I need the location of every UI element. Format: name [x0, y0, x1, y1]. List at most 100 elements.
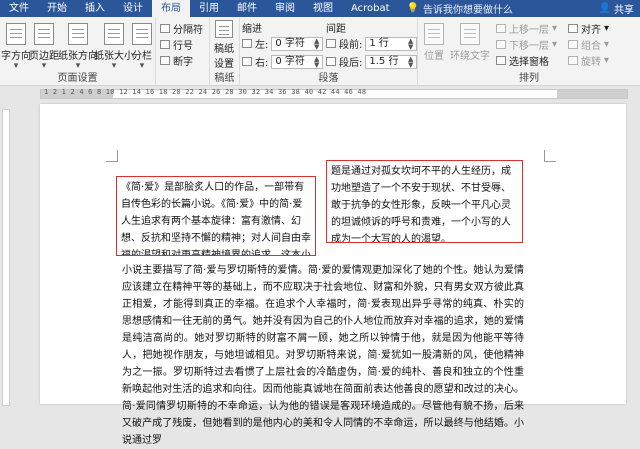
columns-button[interactable]: 分栏 ▾	[132, 23, 152, 71]
text-direction-button[interactable]: 字方向 ▾	[1, 23, 31, 71]
group-page-setup: 字方向 ▾ 页边距 ▾ 纸张方向 ▾ 纸张大小 ▾ 分栏 ▾ 页面设置	[0, 17, 156, 86]
group-objects-label: 组合	[581, 41, 601, 52]
group-label-arrange: 排列	[519, 73, 539, 84]
group-objects-icon	[568, 40, 578, 49]
group-arrange: 位置 环绕文字 上移一层 ▾ 下移一层 ▾ 选择窗格 对齐 ▾ 组合 ▾ 旋转 …	[418, 17, 640, 86]
spacing-before-value: 1 行	[369, 37, 389, 49]
selection-pane-button[interactable]: 选择窗格	[496, 53, 549, 68]
group-objects-button[interactable]: 组合 ▾	[568, 37, 609, 52]
line-numbers-label: 行号	[173, 41, 193, 52]
ruler-right-margin	[557, 90, 627, 98]
hyphenation-button[interactable]: 断字	[160, 53, 193, 68]
tab-references[interactable]: 引用	[190, 0, 228, 17]
rotate-label: 旋转	[581, 57, 601, 68]
vertical-ruler[interactable]	[0, 101, 10, 406]
position-label: 位置	[424, 51, 444, 62]
spinner-icon[interactable]: ▲ ▼	[314, 55, 319, 68]
text-direction-label: 字方向	[1, 51, 31, 62]
tab-view[interactable]: 视图	[304, 0, 342, 17]
tab-review[interactable]: 审阅	[266, 0, 304, 17]
selection-pane-label: 选择窗格	[509, 57, 549, 68]
indent-left-value: 0 字符	[275, 37, 305, 49]
tell-me-search[interactable]: 💡 告诉我你想要做什么	[399, 1, 521, 16]
spacing-before-icon	[326, 39, 336, 48]
orientation-button[interactable]: 纸张方向 ▾	[58, 23, 98, 71]
group-paragraph: 缩进 左: 0 字符 ▲ ▼ 右: 0 字符 ▲ ▼ 间距 段前: 1 行 ▲ ▼	[240, 17, 418, 86]
line-numbers-button[interactable]: 行号	[160, 37, 193, 52]
rotate-button[interactable]: 旋转 ▾	[568, 53, 609, 68]
linked-text-box-2[interactable]: 题是通过对孤女坎坷不平的人生经历，成功地塑造了一个不安于现状、不甘受辱、敢于抗争…	[326, 160, 523, 243]
linked-text-box-1[interactable]: 《简·爱》是部脍炙人口的作品，一部带有自传色彩的长篇小说。《简·爱》中的简·爱人…	[116, 176, 316, 256]
indent-right-label: 右:	[255, 58, 269, 69]
margins-button[interactable]: 页边距 ▾	[29, 23, 59, 71]
group-page-setup-small: 分隔符 行号 断字	[156, 17, 210, 86]
indent-left-icon	[242, 39, 252, 48]
share-label: 共享	[614, 5, 634, 16]
breaks-button[interactable]: 分隔符	[160, 21, 203, 36]
document-page[interactable]: 《简·爱》是部脍炙人口的作品，一部带有自传色彩的长篇小说。《简·爱》中的简·爱人…	[40, 104, 626, 446]
tell-me-text: 告诉我你想要做什么	[423, 5, 514, 16]
columns-icon	[132, 23, 152, 45]
ribbon-layout: 字方向 ▾ 页边距 ▾ 纸张方向 ▾ 纸张大小 ▾ 分栏 ▾ 页面设置 分隔符	[0, 17, 640, 86]
size-button[interactable]: 纸张大小 ▾	[94, 23, 134, 71]
tab-file[interactable]: 文件	[0, 0, 38, 17]
bring-forward-icon	[496, 24, 506, 33]
selection-pane-icon	[496, 56, 506, 65]
margin-corner-mark	[544, 150, 556, 162]
wrap-text-label: 环绕文字	[450, 51, 490, 62]
indent-left-label: 左:	[255, 40, 269, 51]
spacing-after-value: 1.5 行	[369, 55, 399, 67]
orientation-icon	[68, 23, 88, 45]
hyphenation-icon	[160, 56, 170, 65]
indent-right-row: 右: 0 字符 ▲ ▼	[242, 54, 324, 69]
person-icon: 👤	[598, 3, 611, 14]
tab-acrobat[interactable]: Acrobat	[342, 0, 399, 17]
document-body-paragraph[interactable]: 小说主要描写了简·爱与罗切斯特的爱情。简·爱的爱情观更加深化了她的个性。她认为爱…	[122, 262, 524, 449]
spacing-before-input[interactable]: 1 行 ▲ ▼	[365, 36, 418, 51]
spacing-before-label: 段前:	[339, 40, 363, 51]
paper-size-icon	[104, 23, 124, 45]
spinner-icon[interactable]: ▲ ▼	[408, 55, 413, 68]
position-icon	[424, 23, 444, 45]
align-button[interactable]: 对齐 ▾	[568, 21, 609, 36]
indent-right-input[interactable]: 0 字符 ▲ ▼	[271, 54, 324, 69]
spacing-header: 间距	[326, 24, 346, 35]
group-label-page-setup: 页面设置	[57, 73, 98, 84]
indent-left-input[interactable]: 0 字符 ▲ ▼	[271, 36, 324, 51]
tab-mailings[interactable]: 邮件	[228, 0, 266, 17]
group-label-paragraph: 段落	[318, 73, 339, 84]
spacing-after-input[interactable]: 1.5 行 ▲ ▼	[365, 54, 418, 69]
bring-forward-button[interactable]: 上移一层 ▾	[496, 21, 557, 36]
manuscript-settings-button[interactable]: 稿纸 设置	[214, 20, 234, 70]
share-button[interactable]: 👤 共享	[593, 0, 640, 17]
spacing-before-row: 段前: 1 行 ▲ ▼	[326, 36, 418, 51]
tab-insert[interactable]: 插入	[76, 0, 114, 17]
spinner-icon[interactable]: ▲ ▼	[408, 37, 413, 50]
tab-layout[interactable]: 布局	[152, 0, 190, 17]
tab-design[interactable]: 设计	[114, 0, 152, 17]
spacing-after-label: 段后:	[339, 58, 363, 69]
text-box-2-content: 题是通过对孤女坎坷不平的人生经历，成功地塑造了一个不安于现状、不甘受辱、敢于抗争…	[331, 166, 511, 243]
indent-left-row: 左: 0 字符 ▲ ▼	[242, 36, 324, 51]
send-backward-icon	[496, 40, 506, 49]
align-icon	[568, 24, 578, 33]
spinner-icon[interactable]: ▲ ▼	[314, 37, 319, 50]
orientation-label: 纸张方向	[58, 51, 98, 62]
manuscript-label-1: 稿纸	[214, 44, 234, 55]
horizontal-ruler[interactable]: 1 2 1 2 4 6 8 10 12 14 16 18 20 22 24 26…	[0, 87, 640, 101]
size-label: 纸张大小	[94, 51, 134, 62]
breaks-icon	[160, 24, 170, 33]
columns-label: 分栏	[132, 51, 152, 62]
send-backward-button[interactable]: 下移一层 ▾	[496, 37, 557, 52]
indent-right-value: 0 字符	[275, 55, 305, 67]
position-button[interactable]: 位置	[424, 23, 444, 62]
group-label-manuscript: 稿纸	[214, 73, 235, 84]
indent-header: 缩进	[242, 24, 262, 35]
wrap-text-button[interactable]: 环绕文字	[450, 23, 490, 62]
hyphenation-label: 断字	[173, 57, 193, 68]
margin-corner-mark	[106, 150, 118, 162]
tab-home[interactable]: 开始	[38, 0, 76, 17]
line-numbers-icon	[160, 40, 170, 49]
manuscript-grid-icon	[215, 20, 233, 38]
indent-right-icon	[242, 57, 252, 66]
